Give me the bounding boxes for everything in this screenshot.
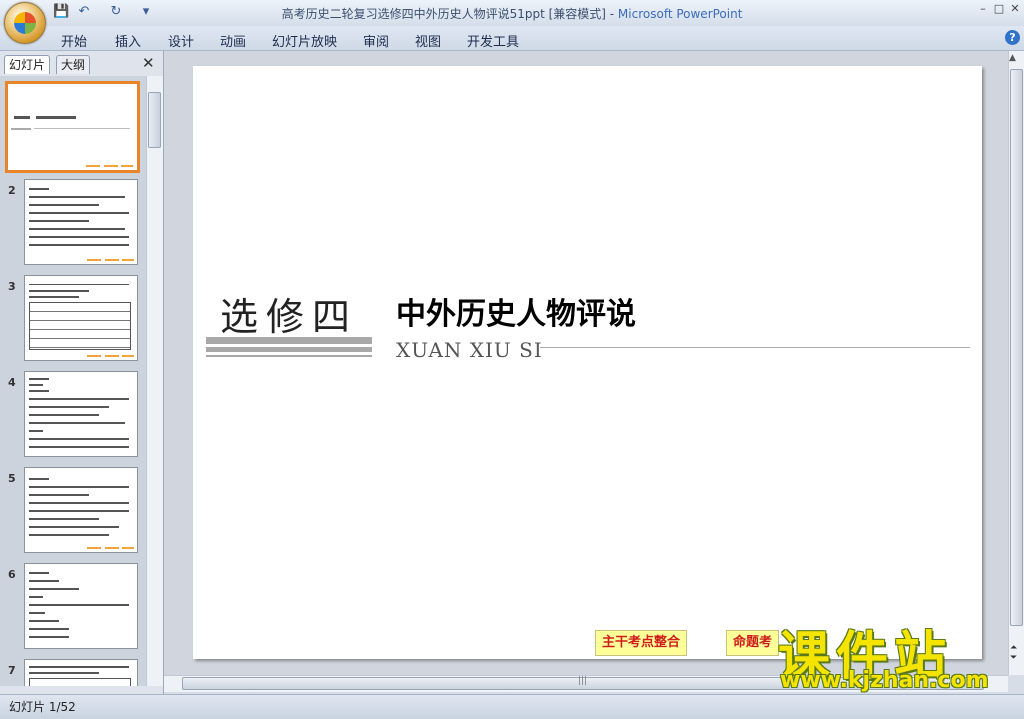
decor-stripe bbox=[206, 347, 372, 352]
status-bar bbox=[0, 694, 1024, 719]
thumbnails-scrollbar[interactable] bbox=[146, 76, 163, 686]
customize-qat-icon[interactable]: ▾ bbox=[138, 4, 154, 20]
decor-stripe bbox=[206, 337, 372, 344]
help-icon[interactable]: ? bbox=[1005, 30, 1020, 45]
scroll-grip-icon: ||| bbox=[578, 676, 588, 686]
thumbnails-scroll-thumb[interactable] bbox=[148, 92, 161, 148]
exam-questions-button[interactable]: 命题考 bbox=[726, 630, 780, 656]
slide-counter: 幻灯片 1/52 bbox=[9, 700, 76, 714]
office-logo-icon bbox=[14, 12, 36, 34]
close-button[interactable]: ✕ bbox=[1008, 3, 1022, 15]
slide-title[interactable]: 选修四 bbox=[220, 286, 358, 341]
main-points-button[interactable]: 主干考点整合 bbox=[595, 630, 688, 656]
vertical-scroll-thumb[interactable] bbox=[1010, 69, 1023, 626]
slide-number: 2 bbox=[8, 184, 16, 197]
slide-number: 4 bbox=[8, 376, 16, 389]
redo-icon[interactable]: ↻ bbox=[108, 4, 124, 20]
slide-subtitle[interactable]: 中外历史人物评说 bbox=[396, 289, 636, 333]
tab-slides[interactable]: 幻灯片 bbox=[4, 55, 51, 74]
slide-number: 5 bbox=[8, 472, 16, 485]
slide-thumbnail-4[interactable] bbox=[24, 371, 138, 457]
decor-stripe bbox=[206, 355, 372, 357]
tab-animations[interactable]: 动画 bbox=[220, 31, 246, 50]
undo-icon[interactable]: ↶ bbox=[76, 4, 92, 20]
previous-slide-icon[interactable]: ⏶ ⏷ bbox=[1010, 643, 1017, 663]
slide-number: 6 bbox=[8, 568, 16, 581]
decor-line bbox=[540, 347, 970, 348]
slide-number: 3 bbox=[8, 280, 16, 293]
tab-insert[interactable]: 插入 bbox=[115, 31, 141, 50]
save-icon[interactable]: 💾 bbox=[53, 4, 69, 20]
slide-canvas[interactable] bbox=[193, 66, 982, 659]
slide-thumbnail-7[interactable] bbox=[24, 659, 138, 686]
tab-home[interactable]: 开始 bbox=[61, 31, 87, 50]
slide-thumbnails: 1 2 3 4 5 6 bbox=[0, 76, 146, 686]
tab-outline[interactable]: 大纲 bbox=[56, 55, 91, 74]
tab-slideshow[interactable]: 幻灯片放映 bbox=[272, 31, 337, 50]
slide-thumbnail-2[interactable] bbox=[24, 179, 138, 265]
tab-developer[interactable]: 开发工具 bbox=[467, 31, 519, 50]
minimize-button[interactable]: – bbox=[976, 3, 990, 15]
app-name: Microsoft PowerPoint bbox=[617, 7, 743, 21]
pane-close-icon[interactable]: ✕ bbox=[142, 55, 156, 71]
document-title: 高考历史二轮复习选修四中外历史人物评说51ppt [兼容模式] - bbox=[281, 7, 618, 21]
slide-pinyin[interactable]: XUAN XIU SI bbox=[396, 338, 543, 362]
slide-thumbnail-5[interactable] bbox=[24, 467, 138, 553]
maximize-button[interactable]: □ bbox=[992, 3, 1006, 15]
tab-view[interactable]: 视图 bbox=[415, 31, 441, 50]
watermark-url: www.kjzhan.com bbox=[780, 668, 989, 693]
slide-number: 7 bbox=[8, 664, 16, 677]
tab-review[interactable]: 审阅 bbox=[363, 31, 389, 50]
scroll-up-icon[interactable]: ▲ bbox=[1009, 53, 1016, 63]
tab-design[interactable]: 设计 bbox=[168, 31, 194, 50]
slide-thumbnail-3[interactable] bbox=[24, 275, 138, 361]
slide-thumbnail-1[interactable] bbox=[5, 81, 140, 173]
slide-thumbnail-6[interactable] bbox=[24, 563, 138, 649]
office-button[interactable] bbox=[4, 2, 46, 44]
